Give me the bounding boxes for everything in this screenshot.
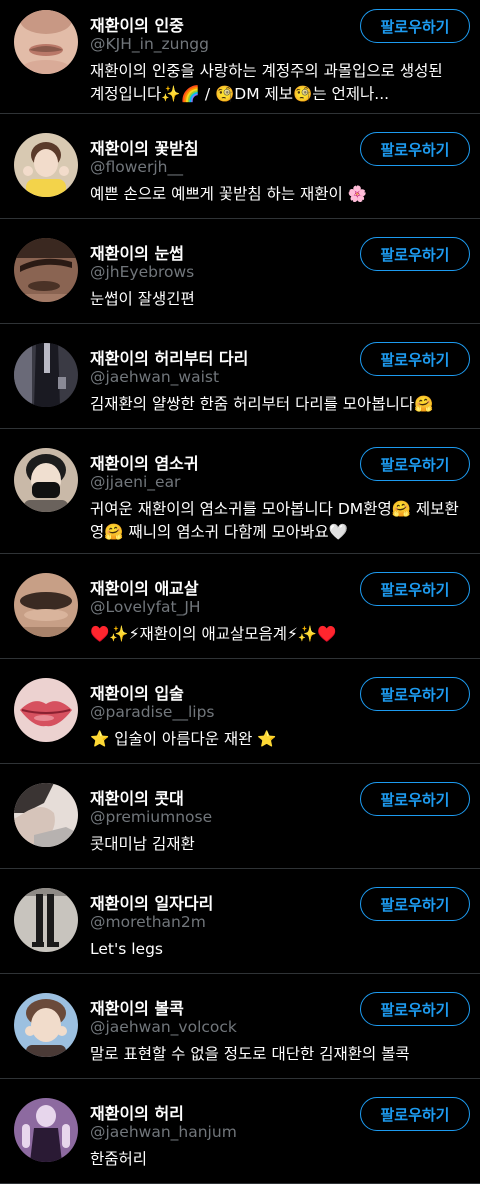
follow-button[interactable]: 팔로우하기	[360, 342, 470, 376]
profile-avatar[interactable]	[14, 783, 78, 847]
account-bio: Let's legs	[90, 940, 163, 958]
follow-button[interactable]: 팔로우하기	[360, 1097, 470, 1131]
account-name[interactable]: 재환이의 애교살	[90, 575, 199, 599]
follow-button[interactable]: 팔로우하기	[360, 887, 470, 921]
follow-button[interactable]: 팔로우하기	[360, 132, 470, 166]
follow-button[interactable]: 팔로우하기	[360, 9, 470, 43]
follow-button[interactable]: 팔로우하기	[360, 782, 470, 816]
account-row[interactable]: 재환이의 애교살 @Lovelyfat_JH ♥️✨⚡재환이의 애교살모음계⚡✨…	[0, 554, 480, 659]
account-name[interactable]: 재환이의 눈썹	[90, 240, 184, 264]
account-row[interactable]: 재환이의 인중 @KJH_in_zungg 재환이의 인중을 사랑하는 계정주의…	[0, 0, 480, 114]
account-name[interactable]: 재환이의 허리부터 다리	[90, 345, 248, 369]
eyebrow-avatar[interactable]	[14, 238, 78, 302]
eye-avatar[interactable]	[14, 573, 78, 637]
account-name[interactable]: 재환이의 인중	[90, 12, 184, 36]
account-bio: 눈썹이 잘생긴편	[90, 290, 195, 308]
account-name[interactable]: 재환이의 입술	[90, 680, 184, 704]
account-bio: 콧대미남 김재환	[90, 835, 195, 853]
account-handle: @jaehwan_volcock	[90, 1018, 237, 1036]
account-row[interactable]: 재환이의 염소귀 @jjaeni_ear 귀여운 재환이의 염소귀를 모아봅니다…	[0, 429, 480, 554]
account-bio: 귀여운 재환이의 염소귀를 모아봅니다 DM환영🤗 제보환영🤗 째니의 염소귀 …	[90, 500, 459, 541]
account-bio: 김재환의 얄쌍한 한줌 허리부터 다리를 모아봅니다🤗	[90, 395, 434, 413]
account-bio: ♥️✨⚡재환이의 애교살모음계⚡✨♥️	[90, 625, 337, 643]
account-name[interactable]: 재환이의 볼콕	[90, 995, 184, 1019]
account-handle: @Lovelyfat_JH	[90, 598, 201, 616]
account-handle: @jaehwan_waist	[90, 368, 220, 386]
account-list: 재환이의 인중 @KJH_in_zungg 재환이의 인중을 사랑하는 계정주의…	[0, 0, 480, 1184]
account-bio: ⭐ 입술이 아름다운 재완 ⭐	[90, 730, 277, 748]
account-row[interactable]: 재환이의 콧대 @premiumnose 콧대미남 김재환 팔로우하기	[0, 764, 480, 869]
account-bio: 예쁜 손으로 예쁘게 꽃받침 하는 재환이 🌸	[90, 185, 368, 203]
masked-person-avatar[interactable]	[14, 448, 78, 512]
lips-avatar[interactable]	[14, 678, 78, 742]
account-row[interactable]: 재환이의 볼콕 @jaehwan_volcock 말로 표현할 수 없을 정도로…	[0, 974, 480, 1079]
follow-button[interactable]: 팔로우하기	[360, 237, 470, 271]
account-row[interactable]: 재환이의 입술 @paradise__lips ⭐ 입술이 아름다운 재완 ⭐ …	[0, 659, 480, 764]
follow-button[interactable]: 팔로우하기	[360, 572, 470, 606]
account-name[interactable]: 재환이의 염소귀	[90, 450, 199, 474]
account-handle: @premiumnose	[90, 808, 213, 826]
account-handle: @jhEyebrows	[90, 263, 195, 281]
stage-avatar[interactable]	[14, 1098, 78, 1162]
account-handle: @paradise__lips	[90, 703, 215, 721]
account-handle: @morethan2m	[90, 913, 206, 931]
follow-button[interactable]: 팔로우하기	[360, 992, 470, 1026]
account-name[interactable]: 재환이의 허리	[90, 1100, 184, 1124]
account-row[interactable]: 재환이의 허리부터 다리 @jaehwan_waist 김재환의 얄쌍한 한줌 …	[0, 324, 480, 429]
account-name[interactable]: 재환이의 콧대	[90, 785, 184, 809]
person-avatar[interactable]	[14, 133, 78, 197]
account-row[interactable]: 재환이의 꽃받침 @flowerjh__ 예쁜 손으로 예쁘게 꽃받침 하는 재…	[0, 114, 480, 219]
account-row[interactable]: 재환이의 눈썹 @jhEyebrows 눈썹이 잘생긴편 팔로우하기	[0, 219, 480, 324]
account-handle: @jaehwan_hanjum	[90, 1123, 237, 1141]
account-handle: @flowerjh__	[90, 158, 183, 176]
account-name[interactable]: 재환이의 일자다리	[90, 890, 213, 914]
account-bio: 재환이의 인중을 사랑하는 계정주의 과몰입으로 생성된 계정입니다✨🌈 / 🧐…	[90, 62, 443, 103]
cheek-poke-avatar[interactable]	[14, 993, 78, 1057]
waist-avatar[interactable]	[14, 343, 78, 407]
lips-face-avatar[interactable]	[14, 10, 78, 74]
follow-button[interactable]: 팔로우하기	[360, 677, 470, 711]
follow-button[interactable]: 팔로우하기	[360, 447, 470, 481]
account-row[interactable]: 재환이의 일자다리 @morethan2m Let's legs 팔로우하기	[0, 869, 480, 974]
account-handle: @jjaeni_ear	[90, 473, 181, 491]
account-handle: @KJH_in_zungg	[90, 35, 209, 53]
legs-avatar[interactable]	[14, 888, 78, 952]
account-bio: 말로 표현할 수 없을 정도로 대단한 김재환의 볼콕	[90, 1045, 410, 1063]
account-bio: 한줌허리	[90, 1150, 148, 1168]
account-name[interactable]: 재환이의 꽃받침	[90, 135, 199, 159]
account-row[interactable]: 재환이의 허리 @jaehwan_hanjum 한줌허리 팔로우하기	[0, 1079, 480, 1184]
